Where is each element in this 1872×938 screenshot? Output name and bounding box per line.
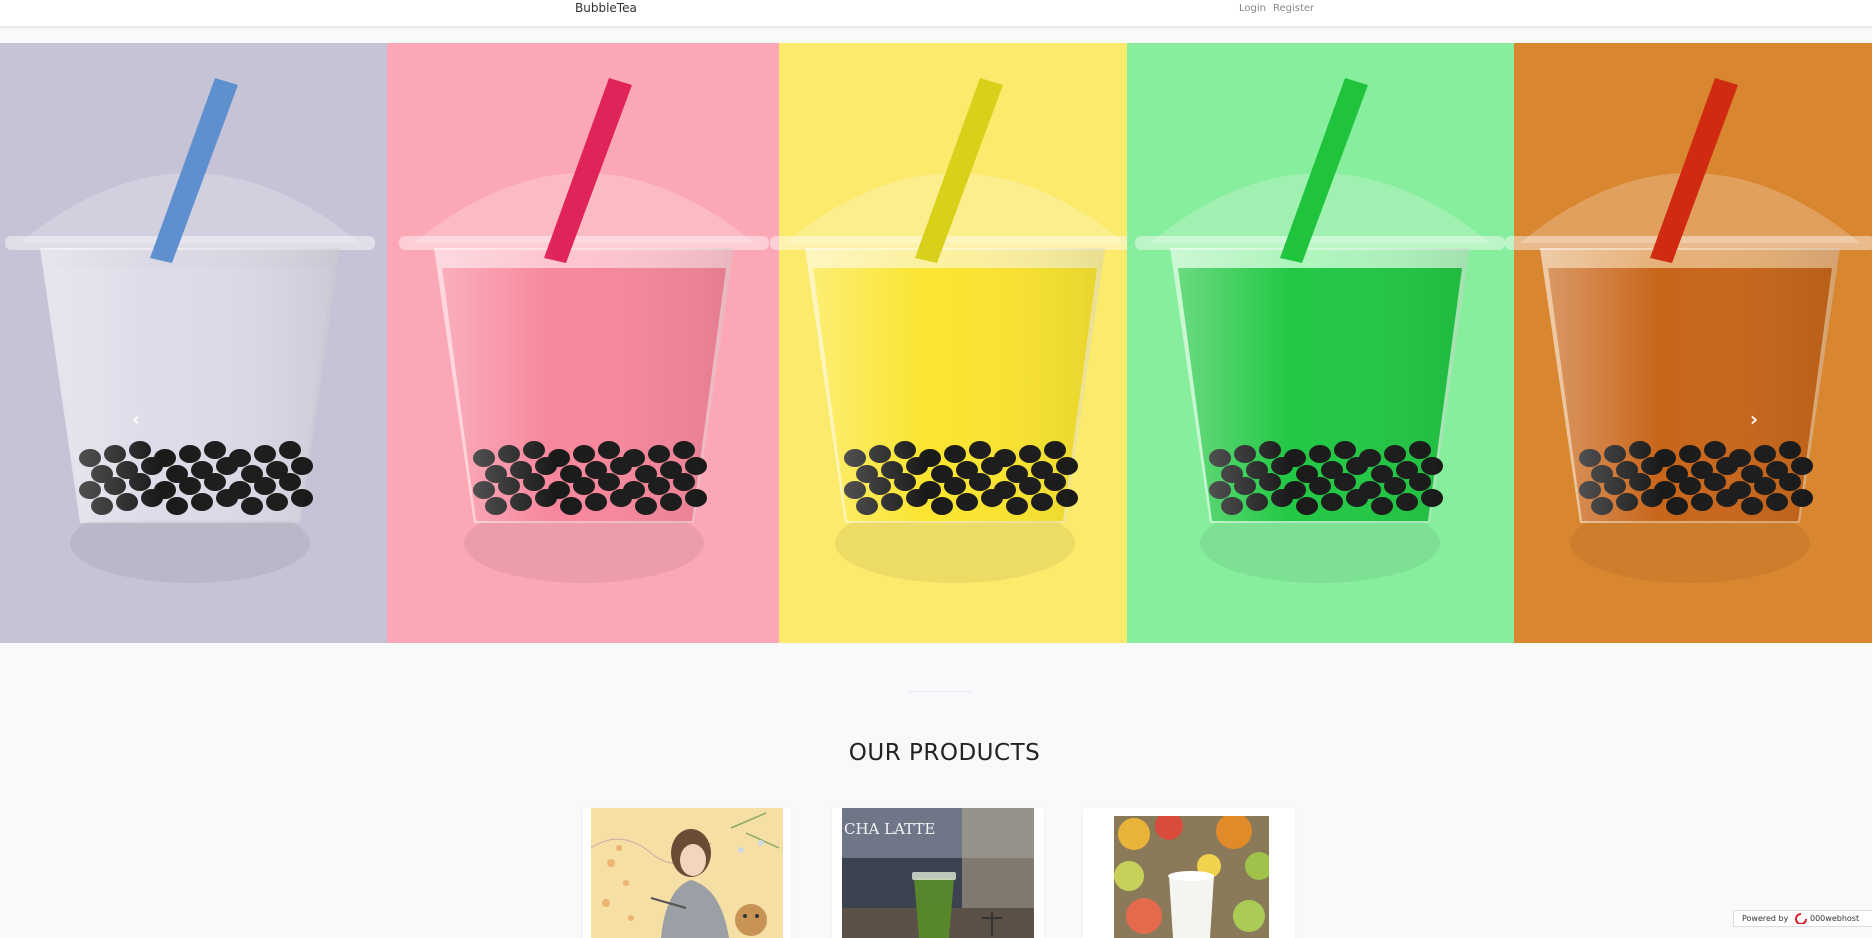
product-card[interactable]: CHA LATTE [832,808,1044,938]
login-link[interactable]: Login [1239,3,1266,14]
carousel-next-button[interactable]: › [1740,405,1768,433]
host-name: 000webhost [1810,914,1860,923]
section-divider [908,691,972,692]
section-title: OUR PRODUCTS [848,740,1041,766]
carousel-panel [770,43,1140,643]
powered-by-label: Powered by [1742,914,1789,923]
product-card[interactable] [583,808,791,938]
carousel-panel [1505,43,1872,643]
brand-link[interactable]: BubbleTea [575,1,637,15]
carousel-panel [387,43,779,643]
bubble-tea-banner-image [0,43,1872,643]
carousel-prev-button[interactable]: ‹ [122,405,150,433]
carousel-panel [1127,43,1514,643]
register-link[interactable]: Register [1273,3,1314,14]
carousel-panel [0,43,387,643]
product-image: CHA LATTE [842,808,1034,938]
top-navbar: BubbleTea Login Register [0,0,1872,27]
chevron-left-icon: ‹ [131,407,141,431]
hero-carousel: ‹ › [0,43,1872,643]
product-image [591,808,783,938]
host-logo-icon [1794,913,1808,929]
chevron-right-icon: › [1749,407,1759,431]
product-card[interactable] [1083,808,1295,938]
product-image [1114,816,1269,938]
powered-by-badge[interactable]: Powered by 000webhost [1733,910,1872,927]
product-caption: CHA LATTE [844,820,935,838]
